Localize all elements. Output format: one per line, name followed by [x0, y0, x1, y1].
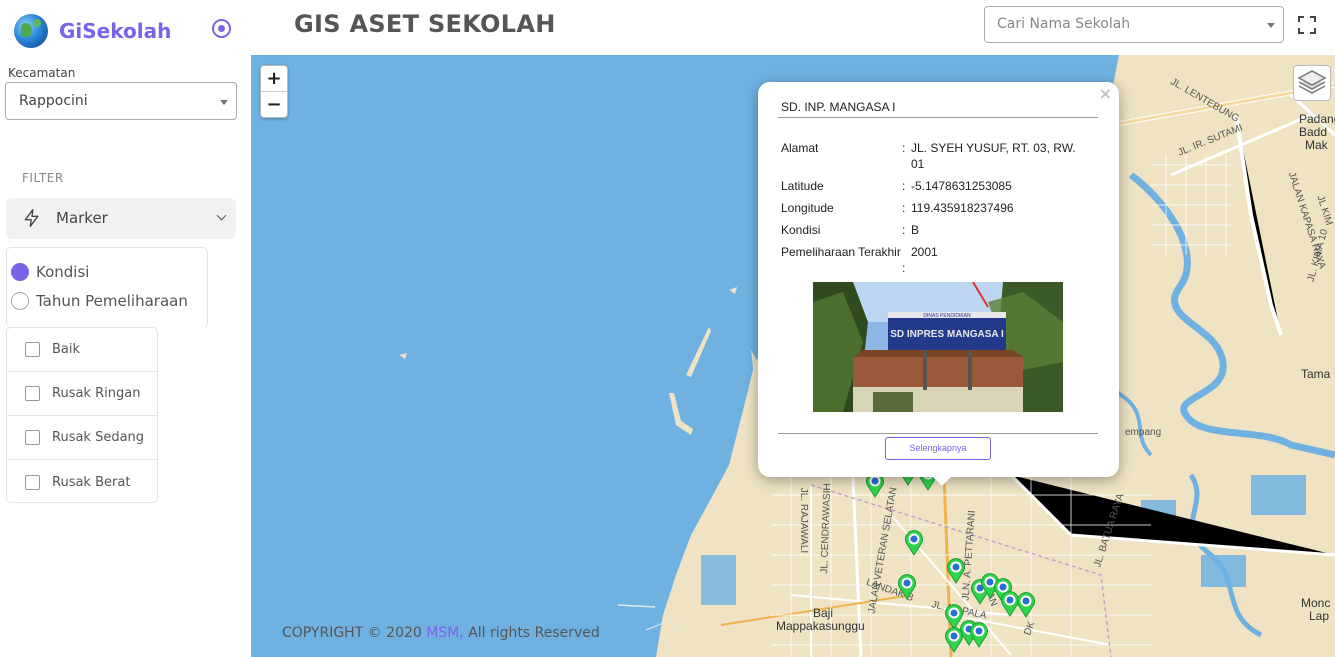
photo-sign-main: SD INPRES MANGASA I [890, 329, 1004, 340]
app: GiSekolah Kecamatan Rappocini FILTER Mar… [0, 0, 1335, 657]
map-label: Baji [813, 606, 834, 620]
checkbox[interactable] [25, 474, 40, 490]
close-icon[interactable]: × [1099, 84, 1112, 103]
divider [778, 433, 1098, 434]
bolt-icon [24, 209, 39, 227]
kecamatan-select[interactable]: Rappocini [5, 82, 237, 120]
marker-accordion-label: Marker [56, 209, 108, 227]
school-search-input[interactable] [997, 16, 1257, 32]
header: GIS ASET SEKOLAH [251, 0, 1335, 55]
checkbox[interactable] [25, 342, 40, 357]
detail-button[interactable]: Selengkapnya [885, 437, 991, 460]
radio-tahun-pemeliharaan[interactable]: Tahun Pemeliharaan [11, 292, 188, 310]
filter-heading: FILTER [22, 171, 64, 185]
radio-label: Kondisi [36, 263, 90, 281]
school-marker-icon[interactable] [904, 530, 924, 556]
map-label: Tama [1301, 367, 1331, 381]
locate-icon[interactable] [212, 19, 231, 38]
copyright: COPYRIGHT © 2020 MSM, All rights Reserve… [282, 625, 600, 641]
radio-kondisi[interactable]: Kondisi [11, 263, 89, 281]
copyright-prefix: COPYRIGHT © 2020 [282, 625, 427, 641]
map-label: Monc [1301, 596, 1331, 610]
caret-down-icon [220, 100, 228, 105]
zoom-control: + − [260, 65, 288, 118]
school-marker-icon[interactable] [897, 574, 917, 600]
school-marker-icon[interactable] [946, 558, 966, 584]
map-label: JL. RAJAWALI [798, 487, 810, 554]
zoom-out-button[interactable]: − [261, 92, 287, 118]
sidebar: GiSekolah Kecamatan Rappocini FILTER Mar… [0, 0, 251, 657]
popup-value: 2001 [911, 245, 938, 259]
copyright-brand[interactable]: MSM, [426, 625, 464, 641]
popup-key: Alamat [781, 141, 819, 155]
chevron-down-icon [216, 210, 227, 221]
map-label: Mak [1305, 138, 1328, 152]
page-title: GIS ASET SEKOLAH [294, 10, 556, 38]
map-label: Padang [1299, 112, 1335, 126]
popup-key: Kondisi [781, 223, 821, 237]
caret-down-icon [1267, 23, 1275, 28]
popup-key: Pemeliharaan Terakhir [781, 245, 901, 259]
kecamatan-value: Rappocini [19, 93, 88, 109]
popup-key: Longitude [781, 201, 834, 215]
radio-button[interactable] [11, 263, 29, 281]
map-label: Badd [1299, 125, 1328, 139]
school-marker-icon[interactable] [944, 627, 964, 653]
brand[interactable]: GiSekolah [14, 14, 171, 48]
checkbox-label: Rusak Berat [52, 474, 131, 490]
popup-title: SD. INP. MANGASA I [781, 100, 896, 114]
marker-mode-radios: Kondisi Tahun Pemeliharaan [6, 247, 208, 328]
checkbox-label: Rusak Sedang [52, 430, 145, 445]
popup-value: 119.435918237496 [911, 201, 1014, 215]
map-label: Mappakasunggu [776, 619, 865, 633]
colon: : [902, 141, 906, 155]
map-label: Lap [1309, 609, 1330, 623]
colon: : [902, 261, 906, 275]
check-rusak-sedang[interactable]: Rusak Sedang [7, 416, 157, 460]
map-label: empang [1125, 427, 1162, 438]
divider [778, 117, 1098, 118]
kecamatan-label: Kecamatan [8, 66, 76, 80]
photo-sign-top: DINAS PENDIDIKAN [923, 313, 971, 319]
check-baik[interactable]: Baik [7, 328, 157, 372]
school-marker-icon[interactable] [1016, 592, 1036, 618]
colon: : [902, 201, 906, 215]
colon: : [902, 179, 906, 193]
kondisi-checklist: Baik Rusak Ringan Rusak Sedang Rusak Ber… [6, 327, 158, 503]
school-search-select[interactable] [984, 6, 1284, 43]
popup-value: JL. SYEH YUSUF, RT. 03, RW. 01 [911, 141, 1076, 171]
popup-value: B [911, 223, 920, 237]
check-rusak-berat[interactable]: Rusak Berat [7, 460, 157, 504]
copyright-suffix: All rights Reserved [463, 625, 600, 641]
checkbox[interactable] [25, 386, 40, 401]
checkbox[interactable] [25, 430, 40, 445]
popup-tip [931, 475, 953, 486]
checkbox-label: Rusak Ringan [52, 386, 141, 401]
popup-key: Latitude [781, 179, 824, 193]
layers-icon [1297, 70, 1327, 94]
radio-button[interactable] [11, 292, 29, 310]
brand-name: GiSekolah [59, 19, 172, 43]
map[interactable]: JL. LENTEBUNG JL. IR. SUTAMI Padang Badd… [251, 55, 1335, 657]
checkbox-label: Baik [52, 342, 81, 357]
radio-label: Tahun Pemeliharaan [36, 292, 188, 310]
check-rusak-ringan[interactable]: Rusak Ringan [7, 372, 157, 416]
fullscreen-icon[interactable] [1298, 16, 1316, 34]
marker-accordion[interactable]: Marker [6, 198, 236, 239]
zoom-in-button[interactable]: + [261, 66, 287, 92]
school-popup: × SD. INP. MANGASA I Alamat : JL. SYEH Y… [758, 82, 1119, 486]
school-marker-icon[interactable] [969, 622, 989, 648]
layers-button[interactable] [1293, 65, 1331, 101]
school-photo: DINAS PENDIDIKAN SD INPRES MANGASA I [813, 282, 1063, 412]
colon: : [902, 223, 906, 237]
globe-logo-icon [14, 14, 48, 48]
popup-value: -5.1478631253085 [911, 179, 1012, 193]
